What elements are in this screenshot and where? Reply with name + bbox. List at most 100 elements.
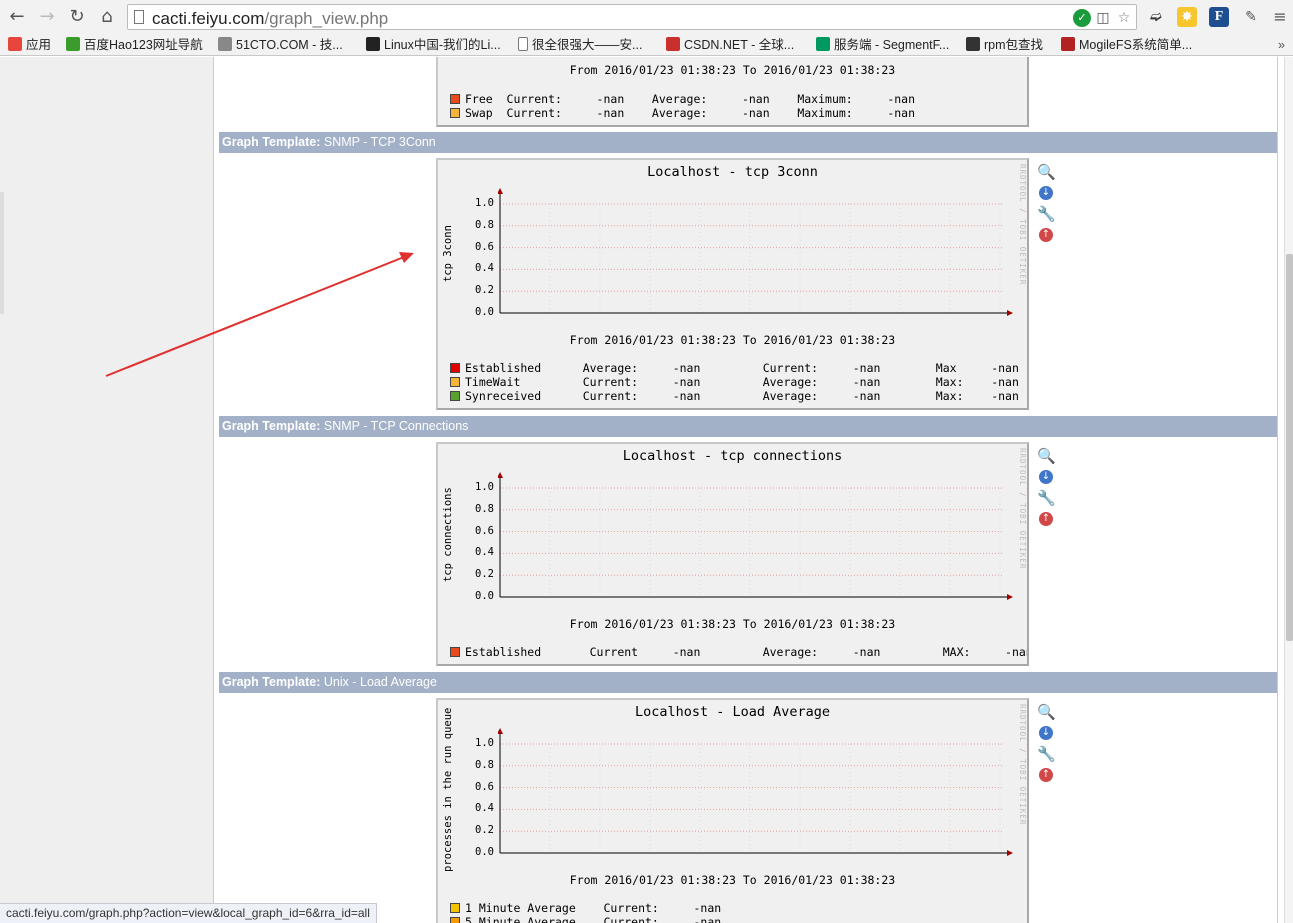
segmentfault-icon	[816, 37, 830, 51]
zoom-icon[interactable]: 🔍	[1037, 447, 1056, 465]
annotation-arrow	[105, 252, 414, 377]
y-tick-label: 0.8	[475, 758, 494, 771]
page-top-icon[interactable]: ↑	[1037, 766, 1055, 784]
properties-icon[interactable]: 🔧	[1037, 489, 1056, 507]
shield-icon	[1061, 37, 1075, 51]
star-icon[interactable]: ☆	[1115, 9, 1133, 27]
page-icon	[134, 10, 144, 24]
legend-text: Established Average: -nan Current: -nan …	[465, 361, 1019, 375]
bookmark-label: 服务端 - SegmentF...	[834, 38, 950, 52]
graph-tcp-3conn[interactable]: Localhost - tcp 3conn tcp 3conn RRDTOOL …	[436, 158, 1029, 410]
graph-memory[interactable]: From 2016/01/23 01:38:23 To 2016/01/23 0…	[436, 57, 1029, 127]
bookmark-segmentfault[interactable]: 服务端 - SegmentF...	[816, 36, 949, 54]
y-axis-arrow	[498, 728, 503, 734]
search-icon	[966, 37, 980, 51]
y-tick-label: 0.8	[475, 502, 494, 515]
zoom-icon[interactable]: 🔍	[1037, 163, 1056, 181]
template-name: Unix - Load Average	[323, 675, 437, 689]
graph-vertical-label: tcp connections	[442, 487, 454, 582]
y-axis-arrow	[498, 472, 503, 478]
hao123-icon	[66, 37, 80, 51]
extension-sun-icon[interactable]: ✸	[1177, 7, 1197, 27]
bookmark-51cto[interactable]: 51CTO.COM - 技...	[218, 36, 343, 54]
properties-icon[interactable]: 🔧	[1037, 745, 1056, 763]
x-axis-arrow	[1007, 594, 1013, 600]
page-scrollbar[interactable]	[1284, 57, 1293, 923]
graph-time-range: From 2016/01/23 01:38:23 To 2016/01/23 0…	[569, 63, 896, 77]
legend-text: Free Current: -nan Average: -nan Maximum…	[465, 92, 916, 106]
export-csv-icon[interactable]: ↓	[1037, 724, 1055, 742]
shield-check-icon[interactable]: ✓	[1073, 9, 1091, 27]
legend-timewait: TimeWait Current: -nan Average: -nan Max…	[450, 375, 1019, 389]
legend-text: 5 Minute Average Current: -nan	[465, 915, 722, 923]
page-top-icon[interactable]: ↑	[1037, 226, 1055, 244]
forward-icon[interactable]: →	[36, 6, 58, 28]
extension-f-icon[interactable]: F	[1209, 7, 1229, 27]
home-icon[interactable]: ⌂	[96, 6, 118, 28]
bookmarks-overflow-icon[interactable]: »	[1278, 36, 1285, 54]
axis-lines	[499, 476, 1009, 598]
graph-plot-area	[498, 728, 1013, 856]
graph-load-average[interactable]: Localhost - Load Average processes in th…	[436, 698, 1029, 923]
zoom-icon[interactable]: 🔍	[1037, 703, 1056, 721]
y-tick-label: 0.2	[475, 824, 494, 837]
page-top-icon[interactable]: ↑	[1037, 510, 1055, 528]
legend-text: TimeWait Current: -nan Average: -nan Max…	[465, 375, 1019, 389]
graph-time-range: From 2016/01/23 01:38:23 To 2016/01/23 0…	[569, 617, 896, 631]
legend-1min: 1 Minute Average Current: -nan	[450, 901, 721, 915]
bookmark-label: Linux中国-我们的Li...	[384, 38, 501, 52]
bookmarks-bar: 应用 百度Hao123网址导航 51CTO.COM - 技... Linux中国…	[0, 34, 1293, 56]
bookmark-label: 51CTO.COM - 技...	[236, 38, 343, 52]
status-bar-url: cacti.feiyu.com/graph.php?action=view&lo…	[0, 903, 377, 923]
y-tick-label: 0.0	[475, 590, 494, 602]
bookmark-label: 应用	[26, 38, 52, 52]
export-csv-icon[interactable]: ↓	[1037, 468, 1055, 486]
bookmark-mogilefs[interactable]: MogileFS系统简单...	[1061, 36, 1192, 54]
legend-5min: 5 Minute Average Current: -nan	[450, 915, 721, 923]
bookmark-linux-cn[interactable]: Linux中国-我们的Li...	[366, 36, 501, 54]
y-tick-label: 1.0	[475, 481, 494, 493]
browser-window: ← → ↻ ⌂ cacti.feiyu.com/graph_view.php ✓…	[0, 0, 1293, 923]
menu-icon[interactable]: ≡	[1270, 7, 1290, 27]
axis-lines	[499, 732, 1009, 854]
legend-text: Established Current -nan Average: -nan M…	[465, 645, 1029, 659]
legend-text: Synreceived Current: -nan Average: -nan …	[465, 389, 1019, 403]
export-csv-icon[interactable]: ↓	[1037, 184, 1055, 202]
properties-icon[interactable]: 🔧	[1037, 205, 1056, 223]
graph-time-range: From 2016/01/23 01:38:23 To 2016/01/23 0…	[569, 333, 896, 347]
legend-synreceived: Synreceived Current: -nan Average: -nan …	[450, 389, 1019, 403]
apps-grid-icon	[8, 37, 22, 51]
extension-translate-icon[interactable]: ✎	[1241, 7, 1261, 27]
bookmark-rpm[interactable]: rpm包查找	[966, 36, 1043, 54]
bookmark-page[interactable]: 很全很强大——安...	[518, 36, 642, 54]
reload-icon[interactable]: ↻	[66, 6, 88, 28]
bookmark-apps[interactable]: 应用	[8, 36, 51, 54]
legend-swatch	[450, 903, 460, 913]
legend-text: Swap Current: -nan Average: -nan Maximum…	[465, 106, 916, 120]
bookmark-label: MogileFS系统简单...	[1079, 38, 1193, 52]
bookmark-hao123[interactable]: 百度Hao123网址导航	[66, 36, 203, 54]
legend-free: Free Current: -nan Average: -nan Maximum…	[450, 92, 915, 106]
x-axis-arrow	[1007, 310, 1013, 316]
back-icon[interactable]: ←	[6, 6, 28, 28]
graph-title: Localhost - tcp connections	[622, 448, 843, 464]
scrollbar-thumb[interactable]	[1286, 254, 1293, 641]
graph-time-range: From 2016/01/23 01:38:23 To 2016/01/23 0…	[569, 873, 896, 887]
51cto-icon	[218, 37, 232, 51]
axis-lines	[499, 192, 1009, 314]
x-axis-arrow	[1007, 850, 1013, 856]
template-header: Graph Template: Unix - Load Average	[219, 672, 1277, 693]
graph-tcp-connections[interactable]: Localhost - tcp connections tcp connecti…	[436, 442, 1029, 666]
translate-icon[interactable]: ◫	[1094, 9, 1112, 27]
y-tick-label: 0.4	[475, 546, 494, 559]
legend-swatch	[450, 917, 460, 923]
address-bar[interactable]: cacti.feiyu.com/graph_view.php ✓ ◫ ☆	[127, 4, 1137, 30]
y-tick-label: 0.2	[475, 568, 494, 581]
bookmark-csdn[interactable]: CSDN.NET - 全球...	[666, 36, 794, 54]
legend-swatch	[450, 647, 460, 657]
bookmark-label: 百度Hao123网址导航	[84, 38, 203, 52]
legend-text: 1 Minute Average Current: -nan	[465, 901, 722, 915]
url-path: /graph_view.php	[264, 9, 389, 28]
bookmark-label: CSDN.NET - 全球...	[684, 38, 795, 52]
extension-wrench-icon[interactable]: ➫	[1146, 7, 1166, 27]
